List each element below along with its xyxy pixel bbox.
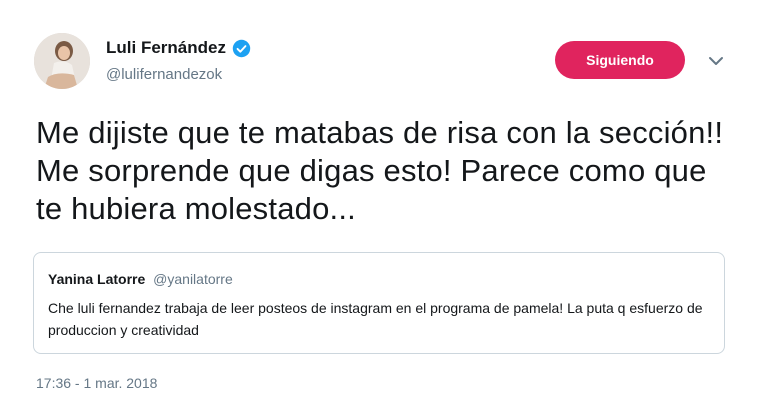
author-handle[interactable]: @lulifernandezok [106, 66, 222, 83]
tweet-timestamp[interactable]: 17:36 - 1 mar. 2018 [36, 375, 157, 391]
quoted-tweet-header: Yanina Latorre @yanilatorre [48, 271, 233, 287]
author-name-row: Luli Fernández [106, 38, 251, 58]
tweet-text: Me dijiste que te matabas de risa con la… [36, 115, 724, 226]
quoted-tweet-text: Che luli fernandez trabaja de leer poste… [48, 300, 703, 338]
verified-badge-icon [232, 39, 251, 57]
profile-photo [34, 33, 90, 89]
author-name[interactable]: Luli Fernández [106, 38, 226, 58]
chevron-down-icon[interactable] [706, 51, 726, 71]
following-button[interactable]: Siguiendo [555, 41, 685, 79]
avatar[interactable] [34, 33, 90, 89]
quoted-author-name: Yanina Latorre [48, 271, 146, 287]
quoted-tweet[interactable]: Yanina Latorre @yanilatorre Che luli fer… [33, 252, 725, 354]
quoted-author-handle: @yanilatorre [153, 271, 233, 287]
